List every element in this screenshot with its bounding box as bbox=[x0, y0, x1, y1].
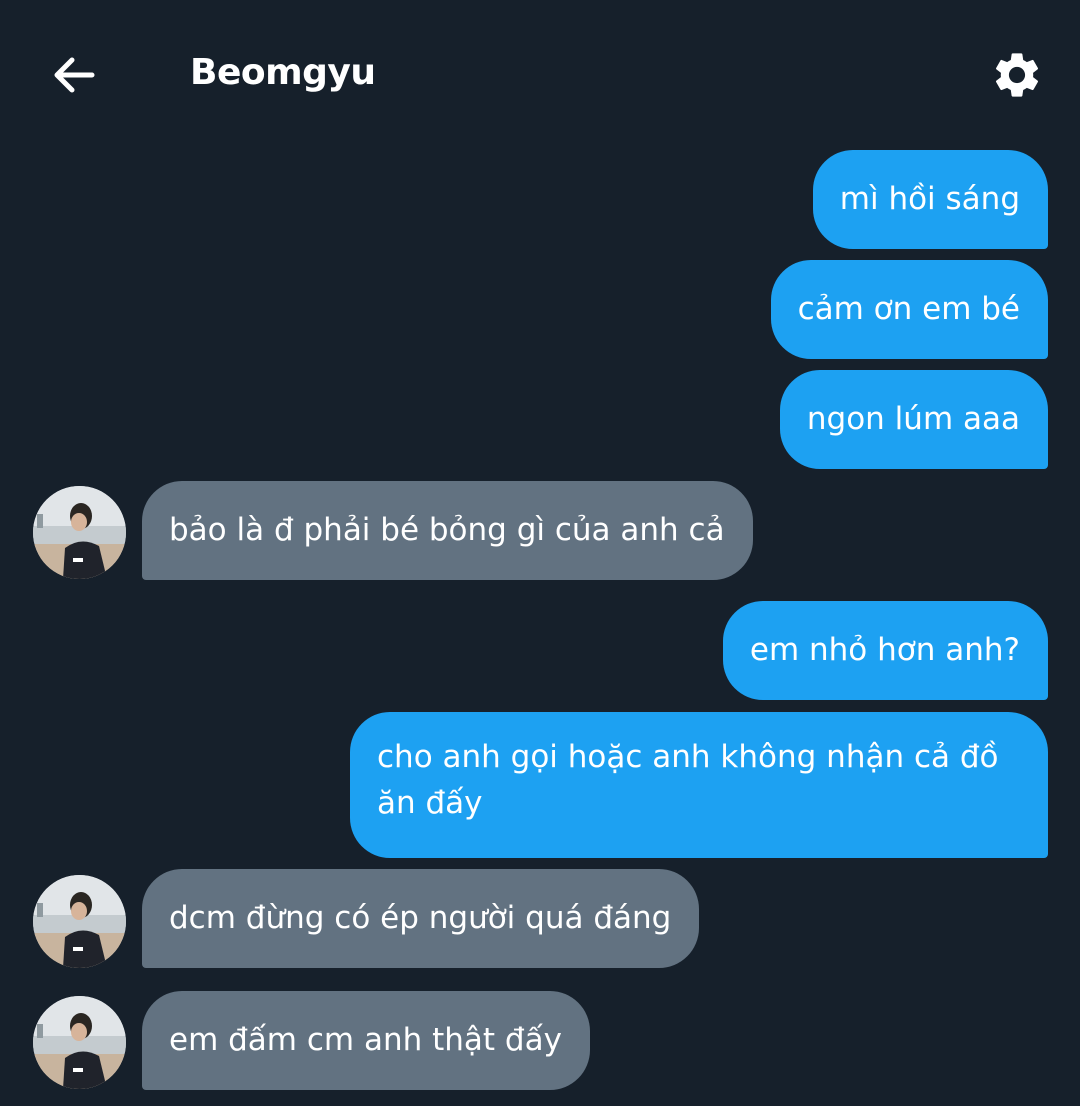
received-message[interactable]: bảo là đ phải bé bỏng gì của anh cả bbox=[142, 481, 753, 580]
avatar-photo bbox=[33, 996, 126, 1089]
avatar[interactable] bbox=[33, 996, 126, 1089]
chat-title: Beomgyu bbox=[190, 52, 376, 93]
chat-header: Beomgyu bbox=[0, 0, 1080, 150]
back-button[interactable] bbox=[44, 45, 104, 105]
sent-message[interactable]: cho anh gọi hoặc anh không nhận cả đồ ăn… bbox=[350, 712, 1048, 858]
avatar[interactable] bbox=[33, 486, 126, 579]
avatar-photo bbox=[33, 875, 126, 968]
sent-message[interactable]: cảm ơn em bé bbox=[770, 260, 1048, 359]
arrow-left-icon bbox=[54, 57, 95, 93]
sent-message[interactable]: ngon lúm aaa bbox=[779, 370, 1048, 469]
avatar[interactable] bbox=[33, 875, 126, 968]
gear-icon bbox=[995, 53, 1039, 97]
avatar-photo bbox=[33, 486, 126, 579]
received-message[interactable]: dcm đừng có ép người quá đáng bbox=[142, 869, 700, 968]
settings-button[interactable] bbox=[986, 44, 1048, 106]
sent-message[interactable]: em nhỏ hơn anh? bbox=[722, 601, 1048, 700]
received-message[interactable]: em đấm cm anh thật đấy bbox=[142, 991, 590, 1090]
sent-message[interactable]: mì hồi sáng bbox=[812, 150, 1048, 249]
